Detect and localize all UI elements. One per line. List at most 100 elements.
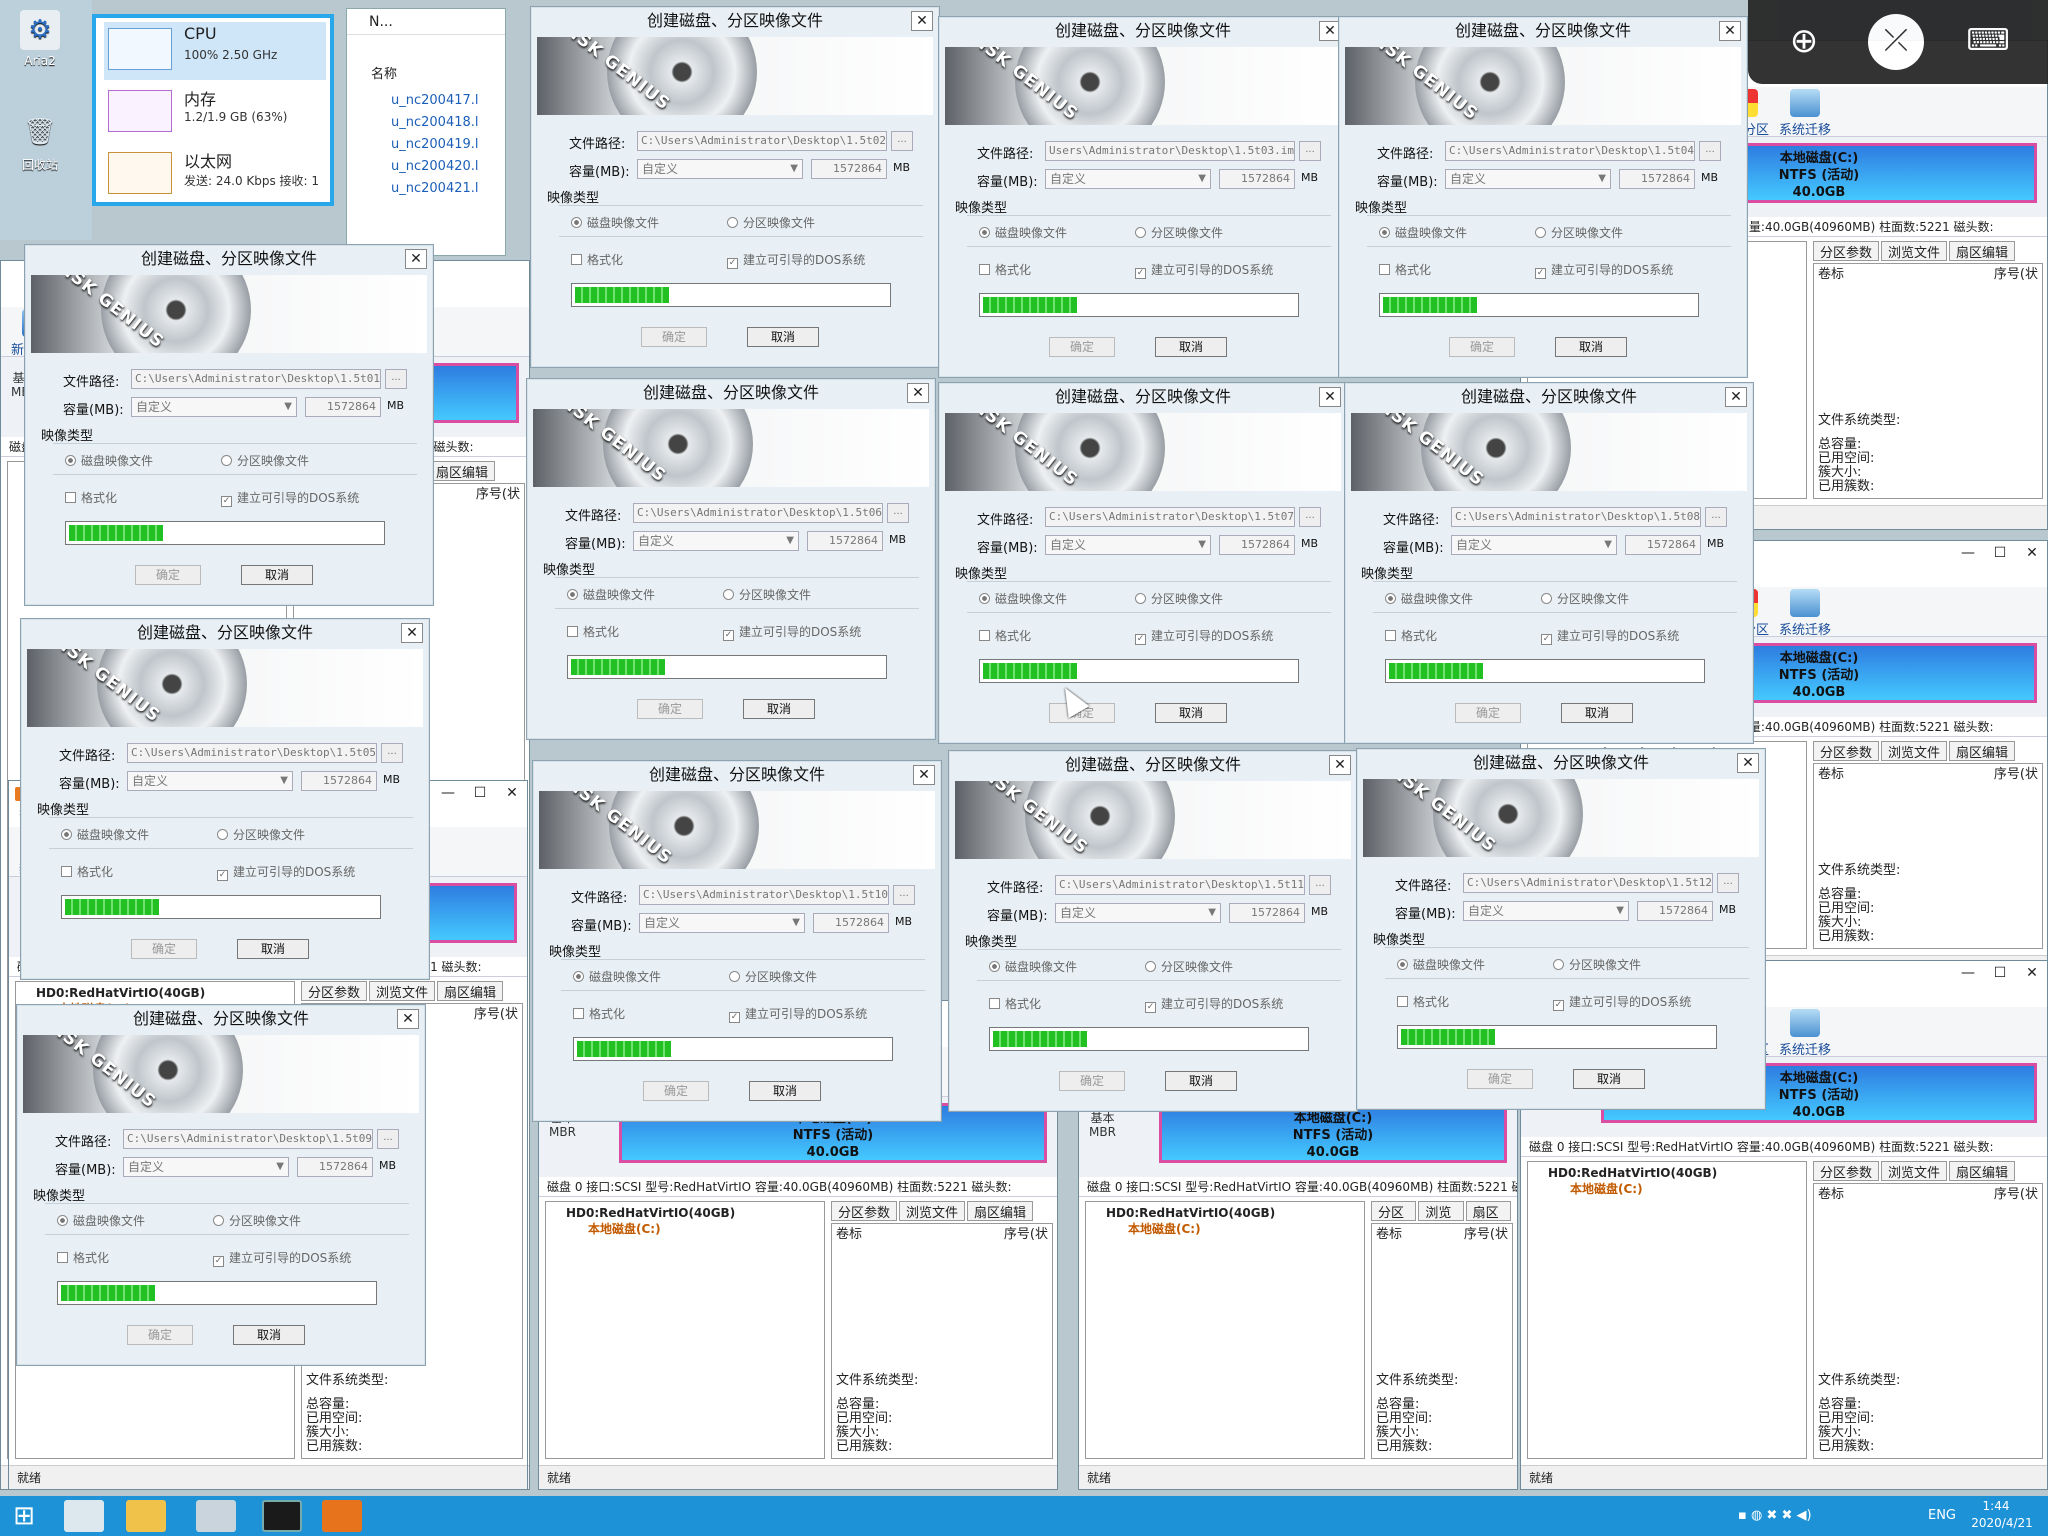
tree-disk-node[interactable]: HD0:RedHatVirtIO(40GB)	[1548, 1166, 1786, 1180]
cancel-button[interactable]: 取消	[743, 699, 815, 719]
tab-2[interactable]: 扇区编辑	[1465, 1201, 1511, 1240]
ok-button[interactable]: 确定	[643, 1081, 709, 1101]
capacity-mode-select[interactable]: 自定义 ▼	[1445, 169, 1611, 189]
maximize-button[interactable]: ☐	[1989, 543, 2011, 563]
dialog-close-button[interactable]: ✕	[1329, 755, 1351, 775]
radio-disk-image[interactable]: 磁盘映像文件	[1385, 590, 1473, 607]
explorer-column-name[interactable]: 名称	[347, 35, 505, 82]
tab-2[interactable]: 扇区编辑	[967, 1201, 1034, 1221]
dialog-close-button[interactable]: ✕	[1725, 387, 1747, 407]
dialog-close-button[interactable]: ✕	[405, 249, 427, 269]
capacity-mode-select[interactable]: 自定义 ▼	[131, 397, 297, 417]
ok-button[interactable]: 确定	[1059, 1071, 1125, 1091]
capacity-mode-select[interactable]: 自定义 ▼	[127, 771, 293, 791]
capacity-mode-select[interactable]: 自定义 ▼	[1055, 903, 1221, 923]
checkbox-format[interactable]: 格式化	[1379, 261, 1431, 278]
ok-button[interactable]: 确定	[1049, 337, 1115, 357]
browse-button[interactable]: ...	[381, 743, 403, 763]
maximize-button[interactable]: ☐	[1989, 963, 2011, 983]
capacity-value-field[interactable]: 1572864	[297, 1157, 373, 1177]
checkbox-format[interactable]: 格式化	[567, 623, 619, 640]
cancel-button[interactable]: 取消	[1573, 1069, 1645, 1089]
capacity-value-field[interactable]: 1572864	[301, 771, 377, 791]
tree-partition-node[interactable]: 本地磁盘(C:)	[1106, 1220, 1344, 1237]
file-path-field[interactable]: C:\Users\Administrator\Desktop\1.5t08.	[1451, 507, 1701, 527]
checkbox-bootable-dos[interactable]: ✓ 建立可引导的DOS系统	[1541, 627, 1679, 645]
capacity-value-field[interactable]: 1572864	[807, 531, 883, 551]
capacity-mode-select[interactable]: 自定义 ▼	[123, 1157, 289, 1177]
checkbox-bootable-dos[interactable]: ✓ 建立可引导的DOS系统	[1135, 627, 1273, 645]
capacity-value-field[interactable]: 1572864	[305, 397, 381, 417]
checkbox-format[interactable]: 格式化	[1397, 993, 1449, 1010]
browse-button[interactable]: ...	[887, 503, 909, 523]
tab-0[interactable]: 分区参数	[831, 1201, 898, 1221]
monitor-cpu-row[interactable]: CPU 100% 2.50 GHz	[104, 22, 326, 80]
capacity-value-field[interactable]: 1572864	[1625, 535, 1701, 555]
checkbox-format[interactable]: 格式化	[989, 995, 1041, 1012]
checkbox-bootable-dos[interactable]: ✓ 建立可引导的DOS系统	[217, 863, 355, 881]
tree-disk-node[interactable]: HD0:RedHatVirtIO(40GB)	[36, 986, 274, 1000]
diskgenius-taskbar-icon[interactable]	[322, 1500, 362, 1532]
language-indicator[interactable]: ENG	[1928, 1508, 1956, 1523]
close-button[interactable]: ✕	[501, 783, 523, 803]
explorer-file-item[interactable]: u_nc200419.l	[391, 134, 501, 156]
radio-partition-image[interactable]: 分区映像文件	[729, 968, 817, 985]
radio-disk-image[interactable]: 磁盘映像文件	[1397, 956, 1485, 973]
file-path-field[interactable]: C:\Users\Administrator\Desktop\1.5t11.	[1055, 875, 1305, 895]
tab-1[interactable]: 浏览文件	[899, 1201, 966, 1221]
capacity-value-field[interactable]: 1572864	[1637, 901, 1713, 921]
tab-0[interactable]: 分区参数	[1371, 1201, 1417, 1240]
ok-button[interactable]: 确定	[1455, 703, 1521, 723]
maximize-button[interactable]: ☐	[469, 783, 491, 803]
minimize-button[interactable]: —	[1957, 963, 1979, 983]
file-path-field[interactable]: C:\Users\Administrator\Desktop\1.5t09.	[123, 1129, 373, 1149]
file-path-field[interactable]: C:\Users\Administrator\Desktop\1.5t05.	[127, 743, 377, 763]
toolbar-button-4[interactable]: 系统迁移	[1777, 87, 1833, 138]
capacity-mode-select[interactable]: 自定义 ▼	[1045, 535, 1211, 555]
tab-2[interactable]: 扇区编辑	[1949, 741, 2016, 761]
radio-disk-image[interactable]: 磁盘映像文件	[567, 586, 655, 603]
checkbox-format[interactable]: 格式化	[61, 863, 113, 880]
file-path-field[interactable]: Users\Administrator\Desktop\1.5t03.img	[1045, 141, 1295, 161]
minimize-button[interactable]: —	[437, 783, 459, 803]
tab-2[interactable]: 扇区编辑	[437, 981, 504, 1001]
clock-time[interactable]: 1:44	[1966, 1499, 2026, 1513]
tree-partition-node[interactable]: 本地磁盘(C:)	[566, 1220, 804, 1237]
explorer-file-item[interactable]: u_nc200420.l	[391, 156, 501, 178]
close-button[interactable]: ✕	[2021, 543, 2043, 563]
monitor-memory-row[interactable]: 内存 1.2/1.9 GB (63%)	[104, 84, 326, 142]
checkbox-bootable-dos[interactable]: ✓ 建立可引导的DOS系统	[1145, 995, 1283, 1013]
capacity-mode-select[interactable]: 自定义 ▼	[639, 913, 805, 933]
tab-0[interactable]: 分区参数	[1813, 1161, 1880, 1181]
checkbox-bootable-dos[interactable]: ✓ 建立可引导的DOS系统	[213, 1249, 351, 1267]
tab-1[interactable]: 浏览文件	[369, 981, 436, 1001]
capacity-value-field[interactable]: 1572864	[811, 159, 887, 179]
checkbox-format[interactable]: 格式化	[979, 261, 1031, 278]
keyboard-icon[interactable]: ⌨	[1960, 14, 2016, 70]
tab-1[interactable]: 浏览文件	[1418, 1201, 1464, 1240]
toolbar-button-4[interactable]: 系统迁移	[1777, 587, 1833, 638]
radio-disk-image[interactable]: 磁盘映像文件	[57, 1212, 145, 1229]
radio-partition-image[interactable]: 分区映像文件	[1535, 224, 1623, 241]
ok-button[interactable]: 确定	[637, 699, 703, 719]
ok-button[interactable]: 确定	[1467, 1069, 1533, 1089]
cancel-button[interactable]: 取消	[747, 327, 819, 347]
browse-button[interactable]: ...	[1699, 141, 1721, 161]
tab-0[interactable]: 分区参数	[1813, 241, 1880, 261]
file-path-field[interactable]: C:\Users\Administrator\Desktop\1.5t10.	[639, 885, 889, 905]
cancel-button[interactable]: 取消	[241, 565, 313, 585]
ok-button[interactable]: 确定	[1449, 337, 1515, 357]
monitor-ethernet-row[interactable]: 以太网 发送: 24.0 Kbps 接收: 1	[104, 146, 326, 204]
minimize-button[interactable]: —	[1957, 543, 1979, 563]
dialog-close-button[interactable]: ✕	[911, 11, 933, 31]
checkbox-format[interactable]: 格式化	[571, 251, 623, 268]
browse-button[interactable]: ...	[385, 369, 407, 389]
clock-date[interactable]: 2020/4/21	[1962, 1516, 2042, 1530]
radio-partition-image[interactable]: 分区映像文件	[213, 1212, 301, 1229]
dialog-close-button[interactable]: ✕	[907, 383, 929, 403]
tab-1[interactable]: 浏览文件	[1881, 241, 1948, 261]
file-path-field[interactable]: C:\Users\Administrator\Desktop\1.5t12.	[1463, 873, 1713, 893]
checkbox-format[interactable]: 格式化	[65, 489, 117, 506]
cancel-button[interactable]: 取消	[1155, 703, 1227, 723]
radio-partition-image[interactable]: 分区映像文件	[1541, 590, 1629, 607]
